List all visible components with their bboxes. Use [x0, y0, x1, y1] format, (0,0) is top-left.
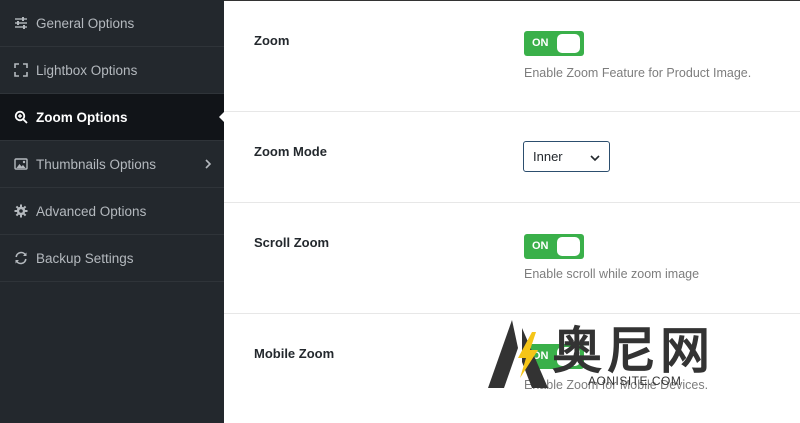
sidebar-item-backup-settings[interactable]: Backup Settings	[0, 235, 224, 282]
watermark-chinese-text: 奥尼网	[552, 322, 714, 380]
toggle-knob	[557, 237, 580, 256]
toggle-state: ON	[532, 240, 549, 252]
gear-icon	[14, 204, 28, 218]
setting-row-zoom-mode: Zoom Mode	[224, 112, 800, 203]
refresh-icon	[14, 251, 28, 265]
setting-label: Scroll Zoom	[254, 235, 330, 250]
setting-description: Enable scroll while zoom image	[524, 267, 700, 281]
watermark-logo-icon	[488, 320, 548, 388]
watermark: 奥尼网 AONISITE.COM	[488, 318, 778, 392]
sidebar-item-general-options[interactable]: General Options	[0, 0, 224, 47]
chevron-right-icon	[202, 158, 214, 170]
sidebar-item-advanced-options[interactable]: Advanced Options	[0, 188, 224, 235]
toggle-state: ON	[532, 37, 549, 49]
sidebar-item-label: Lightbox Options	[36, 62, 138, 78]
sidebar-item-label: Thumbnails Options	[36, 156, 157, 172]
zoom-toggle[interactable]: ON	[524, 31, 584, 56]
sidebar-item-lightbox-options[interactable]: Lightbox Options	[0, 47, 224, 94]
sidebar-item-zoom-options[interactable]: Zoom Options	[0, 94, 224, 141]
zoom-mode-select[interactable]: Inner	[523, 141, 610, 172]
setting-label: Mobile Zoom	[254, 346, 335, 361]
setting-label: Zoom	[254, 33, 290, 48]
zoom-in-icon	[14, 110, 28, 124]
sidebar-item-label: Advanced Options	[36, 203, 147, 219]
image-icon	[14, 157, 28, 171]
sidebar: General Options Lightbox Options Zoom Op…	[0, 0, 224, 423]
sidebar-item-label: Zoom Options	[36, 109, 128, 125]
setting-row-zoom: Zoom ON Enable Zoom Feature for Product …	[224, 0, 800, 112]
sidebar-item-label: General Options	[36, 15, 135, 31]
sidebar-item-thumbnails-options[interactable]: Thumbnails Options	[0, 141, 224, 188]
setting-row-scroll-zoom: Scroll Zoom ON Enable scroll while zoom …	[224, 203, 800, 314]
watermark-site-text: AONISITE.COM	[588, 374, 682, 388]
select-value: Inner	[533, 149, 563, 164]
setting-description: Enable Zoom Feature for Product Image.	[524, 66, 752, 80]
sidebar-item-label: Backup Settings	[36, 250, 134, 266]
setting-label: Zoom Mode	[254, 144, 327, 159]
scroll-zoom-toggle[interactable]: ON	[524, 234, 584, 259]
chevron-down-icon	[589, 151, 601, 163]
sliders-icon	[14, 16, 28, 30]
expand-icon	[14, 63, 28, 77]
toggle-knob	[557, 34, 580, 53]
